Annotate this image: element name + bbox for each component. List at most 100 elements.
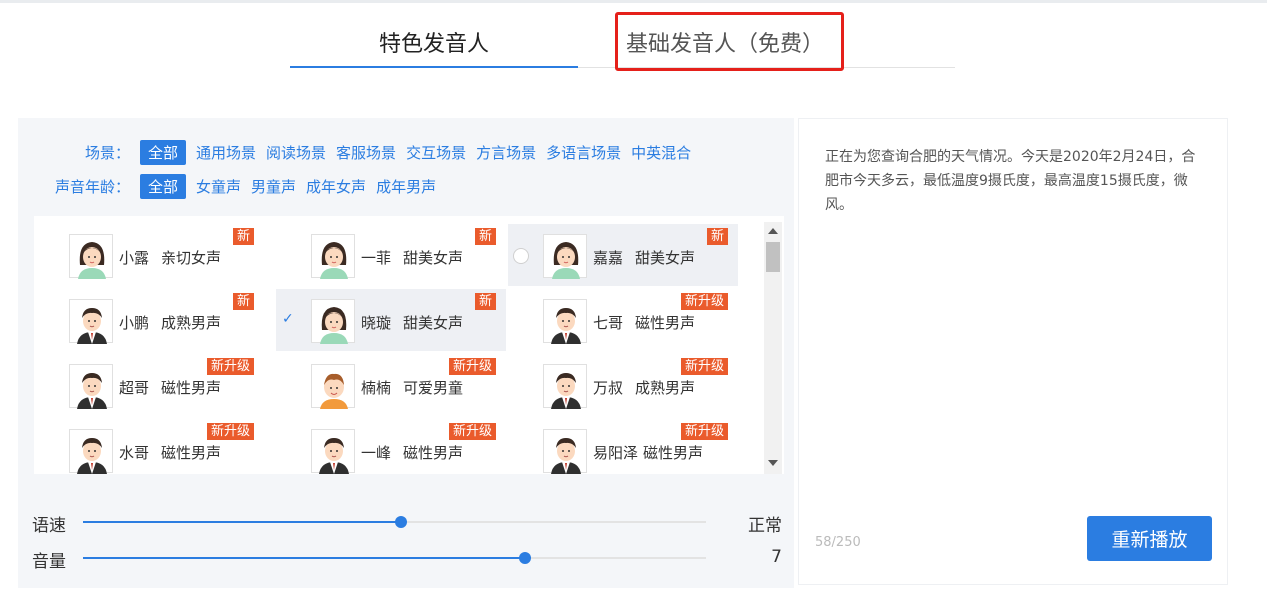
scene-filter-option[interactable]: 方言场景 bbox=[476, 142, 536, 163]
scroll-up-arrow-icon[interactable] bbox=[768, 228, 778, 234]
voice-card[interactable]: 一峰 磁性男声 新升级 bbox=[276, 419, 506, 481]
voice-card[interactable]: 易阳泽 磁性男声 新升级 bbox=[508, 419, 738, 481]
voice-card[interactable]: 一菲 甜美女声新 bbox=[276, 224, 506, 286]
voice-name: 小露 bbox=[119, 249, 150, 267]
voice-description: 甜美女声 bbox=[403, 249, 464, 267]
male-avatar-icon bbox=[543, 364, 587, 409]
voice-name: 万叔 bbox=[593, 379, 624, 397]
voice-card[interactable]: 七哥 磁性男声 新升级 bbox=[508, 289, 738, 351]
voice-description: 磁性男声 bbox=[161, 444, 222, 462]
char-count: 58/250 bbox=[815, 535, 861, 550]
voice-name: 超哥 bbox=[119, 379, 150, 397]
voice-card[interactable]: 楠楠 可爱男童 新升级 bbox=[276, 354, 506, 416]
voice-radio[interactable] bbox=[513, 248, 529, 264]
speed-label: 语速 bbox=[32, 516, 66, 536]
male-avatar-icon bbox=[543, 299, 587, 344]
voice-name: 小鹏 bbox=[119, 314, 150, 332]
preview-text[interactable]: 正在为您查询合肥的天气情况。今天是2020年2月24日，合肥市今天多云，最低温度… bbox=[825, 145, 1205, 217]
new-badge: 新升级 bbox=[448, 358, 496, 375]
voice-name: 水哥 bbox=[119, 444, 150, 462]
voice-description: 磁性男声 bbox=[643, 444, 704, 462]
volume-value: 7 bbox=[771, 547, 782, 567]
voice-list: 小露 亲切女声新一菲 甜美女声新嘉嘉 甜美女声新小鹏 成熟男声新 ✓ 晓璇 甜美女声新七哥 磁性… bbox=[34, 216, 784, 474]
female-avatar-icon bbox=[311, 234, 355, 279]
speed-slider-thumb[interactable] bbox=[394, 516, 407, 528]
scene-filter-row: 场景： 全部 通用场景 阅读场景 客服场景 交互场景 方言场景 多语言场景 中英混合 bbox=[38, 138, 701, 166]
age-filter-option[interactable]: 全部 bbox=[140, 173, 187, 199]
scene-filter-option[interactable]: 全部 bbox=[140, 139, 187, 165]
new-badge: 新 bbox=[232, 228, 254, 245]
new-badge: 新升级 bbox=[680, 423, 728, 440]
boy-avatar-icon bbox=[311, 364, 355, 409]
female-avatar-icon bbox=[311, 299, 355, 344]
voice-name: 一菲 bbox=[361, 249, 392, 267]
voice-description: 甜美女声 bbox=[403, 314, 464, 332]
voice-list-scrollbar[interactable] bbox=[764, 222, 782, 474]
volume-slider-fill bbox=[83, 557, 526, 559]
voice-description: 甜美女声 bbox=[635, 249, 696, 267]
scene-filter-option[interactable]: 中英混合 bbox=[631, 142, 691, 163]
voice-name: 一峰 bbox=[361, 444, 392, 462]
new-badge: 新升级 bbox=[680, 358, 728, 375]
checkmark-icon: ✓ bbox=[282, 311, 294, 327]
age-filter-option[interactable]: 男童声 bbox=[251, 176, 296, 197]
voice-card[interactable]: 小露 亲切女声新 bbox=[34, 224, 264, 286]
age-filter-option[interactable]: 女童声 bbox=[196, 176, 241, 197]
voice-description: 成熟男声 bbox=[635, 379, 696, 397]
new-badge: 新 bbox=[706, 228, 728, 245]
voice-card[interactable]: 万叔 成熟男声 新升级 bbox=[508, 354, 738, 416]
voice-description: 亲切女声 bbox=[161, 249, 222, 267]
new-badge: 新升级 bbox=[206, 423, 254, 440]
voice-card[interactable]: 超哥 磁性男声 新升级 bbox=[34, 354, 264, 416]
male-avatar-icon bbox=[69, 364, 113, 409]
age-filter-label: 声音年龄： bbox=[54, 177, 130, 196]
age-filter-option[interactable]: 成年男声 bbox=[376, 176, 436, 197]
voice-name: 七哥 bbox=[593, 314, 624, 332]
scroll-down-arrow-icon[interactable] bbox=[768, 460, 778, 466]
new-badge: 新 bbox=[232, 293, 254, 310]
scene-filter-label: 场景： bbox=[84, 143, 130, 162]
scene-filter-option[interactable]: 交互场景 bbox=[406, 142, 466, 163]
scroll-thumb[interactable] bbox=[766, 242, 780, 272]
female-avatar-icon bbox=[69, 234, 113, 279]
male-avatar-icon bbox=[311, 429, 355, 474]
voice-description: 可爱男童 bbox=[403, 379, 464, 397]
scene-filter-option[interactable]: 通用场景 bbox=[196, 142, 256, 163]
volume-slider-thumb[interactable] bbox=[519, 552, 532, 564]
volume-slider[interactable] bbox=[83, 552, 706, 564]
voice-description: 磁性男声 bbox=[635, 314, 696, 332]
voice-card[interactable]: 小鹏 成熟男声新 bbox=[34, 289, 264, 351]
voice-name: 嘉嘉 bbox=[593, 249, 624, 267]
voice-name: 易阳泽 bbox=[593, 444, 639, 462]
scene-filter-option[interactable]: 多语言场景 bbox=[546, 142, 621, 163]
voice-selection-panel: 场景： 全部 通用场景 阅读场景 客服场景 交互场景 方言场景 多语言场景 中英混合 声音年龄… bbox=[18, 118, 794, 588]
speed-slider[interactable] bbox=[83, 516, 706, 528]
volume-label: 音量 bbox=[32, 552, 66, 572]
new-badge: 新升级 bbox=[680, 293, 728, 310]
active-tab-underline bbox=[290, 66, 578, 68]
speed-value: 正常 bbox=[748, 516, 782, 536]
voice-name: 楠楠 bbox=[361, 379, 392, 397]
female-avatar-icon bbox=[543, 234, 587, 279]
scene-filter-option[interactable]: 阅读场景 bbox=[266, 142, 326, 163]
scene-filter-option[interactable]: 客服场景 bbox=[336, 142, 396, 163]
male-avatar-icon bbox=[69, 429, 113, 474]
voice-name: 晓璇 bbox=[361, 314, 392, 332]
top-divider bbox=[0, 0, 1267, 3]
speed-slider-fill bbox=[83, 521, 401, 523]
new-badge: 新升级 bbox=[448, 423, 496, 440]
voice-card[interactable]: ✓ 晓璇 甜美女声新 bbox=[276, 289, 506, 351]
age-filter-option[interactable]: 成年女声 bbox=[306, 176, 366, 197]
tab-special-voices[interactable]: 特色发音人 bbox=[290, 26, 578, 58]
voice-card[interactable]: 水哥 磁性男声 新升级 bbox=[34, 419, 264, 481]
new-badge: 新 bbox=[474, 228, 496, 245]
voice-card[interactable]: 嘉嘉 甜美女声新 bbox=[508, 224, 738, 286]
highlight-annotation bbox=[615, 12, 844, 71]
voice-description: 成熟男声 bbox=[161, 314, 222, 332]
new-badge: 新 bbox=[474, 293, 496, 310]
male-avatar-icon bbox=[543, 429, 587, 474]
new-badge: 新升级 bbox=[206, 358, 254, 375]
replay-button[interactable]: 重新播放 bbox=[1087, 516, 1212, 561]
preview-panel: 正在为您查询合肥的天气情况。今天是2020年2月24日，合肥市今天多云，最低温度… bbox=[798, 118, 1228, 585]
age-filter-row: 声音年龄： 全部 女童声 男童声 成年女声 成年男声 bbox=[38, 172, 446, 200]
